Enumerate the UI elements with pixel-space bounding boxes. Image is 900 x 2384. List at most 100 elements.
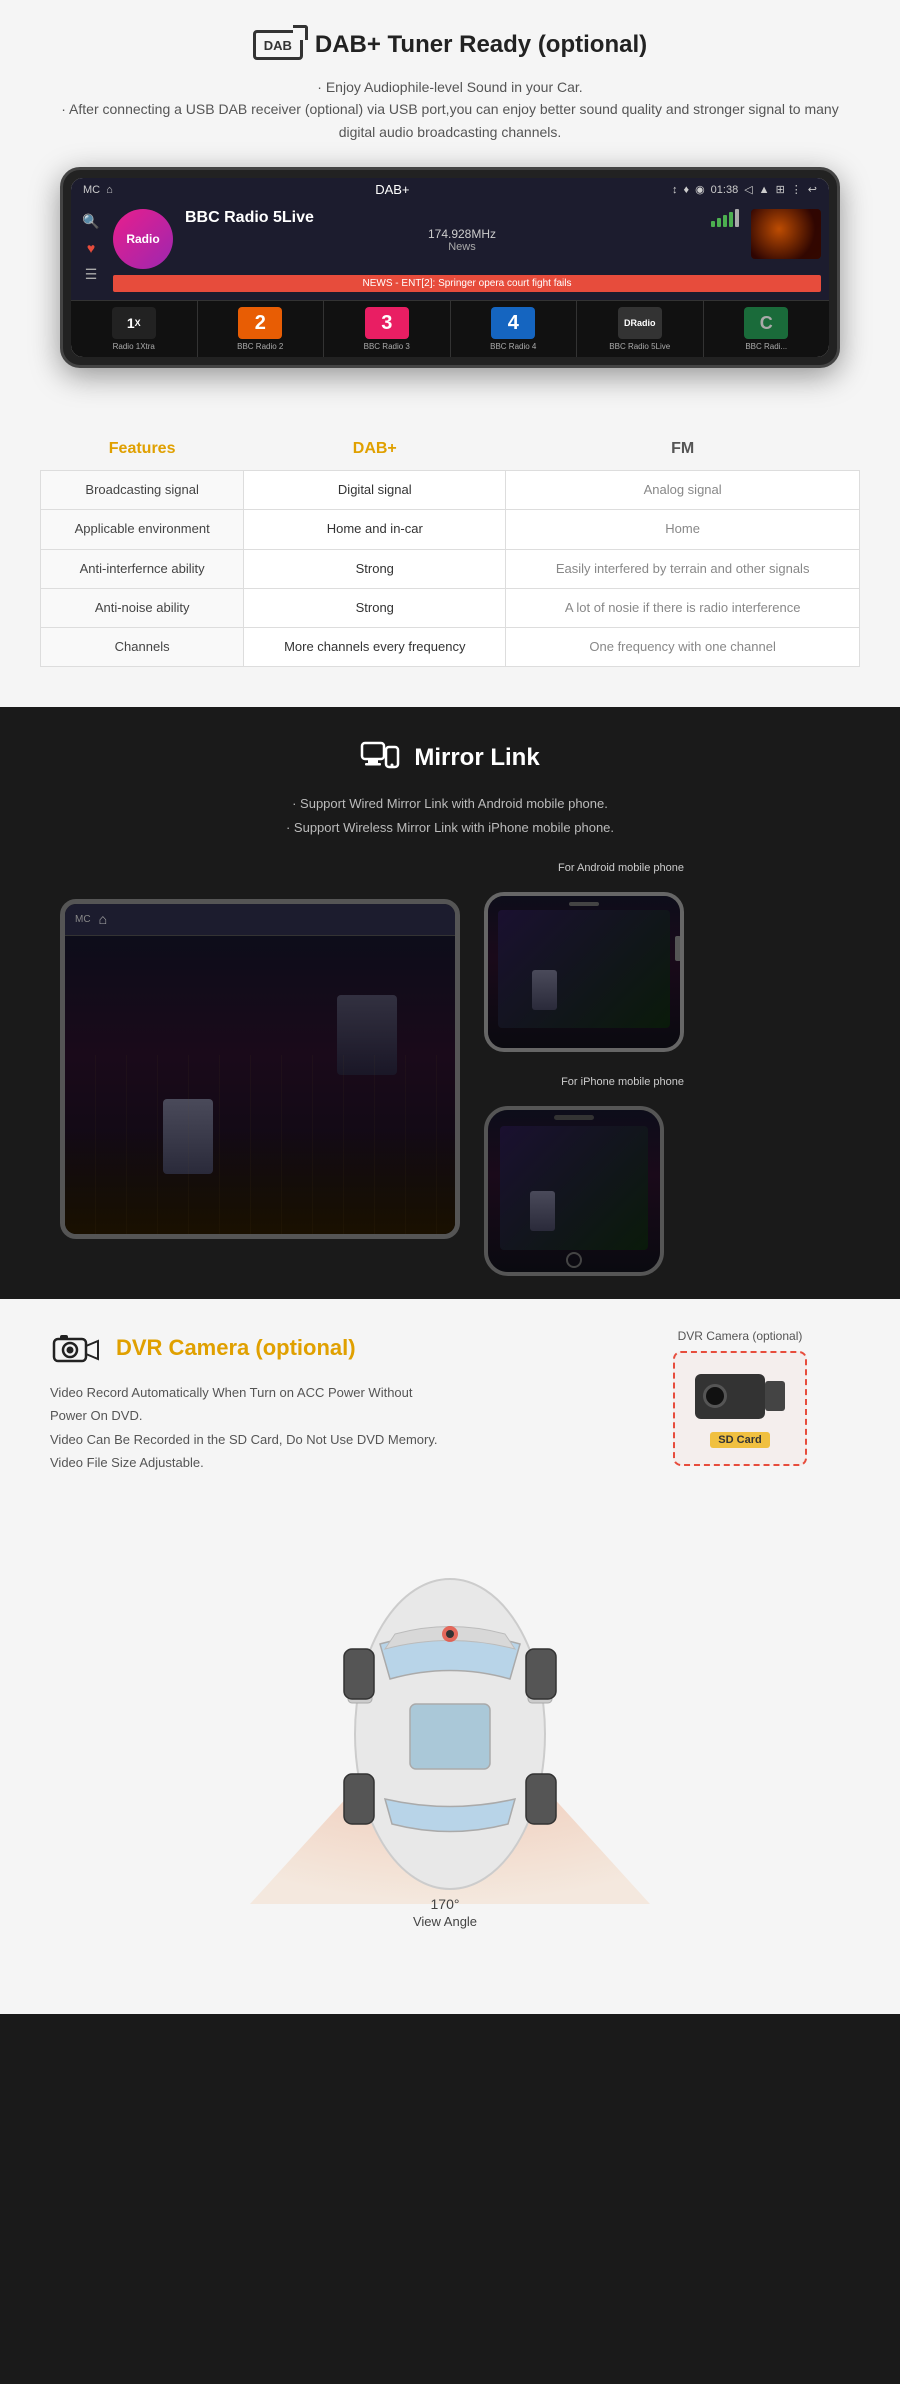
features-table: Features DAB+ FM Broadcasting signal Dig… (40, 428, 860, 667)
iphone-label: For iPhone mobile phone (484, 1076, 684, 1088)
col-header-fm: FM (506, 428, 860, 471)
dvr-title-row: DVR Camera (optional) (50, 1329, 450, 1367)
car-headunit-mockup: MC ⌂ (60, 899, 460, 1239)
signal-bar-3 (723, 215, 727, 227)
signal-bar-4 (729, 212, 733, 227)
mirror-title: Mirror Link (414, 744, 539, 772)
signal-bar-5 (735, 209, 739, 227)
fm-cell: One frequency with one channel (506, 627, 860, 666)
station-thumbnail (751, 209, 821, 259)
volume-icon: ◁ (744, 183, 752, 196)
location-icon: ◉ (695, 183, 705, 196)
statusbar-left: MC ⌂ (83, 184, 113, 196)
feature-cell: Anti-noise ability (41, 588, 244, 627)
dab-cell: Home and in-car (244, 510, 506, 549)
channel-4[interactable]: 4 BBC Radio 4 (451, 301, 578, 357)
camera-lens (703, 1384, 727, 1408)
eject-icon: ▲ (759, 184, 770, 196)
dab-cell: Strong (244, 588, 506, 627)
mirror-devices-area: MC ⌂ For Android mobile phone (60, 859, 840, 1279)
features-section: Features DAB+ FM Broadcasting signal Dig… (0, 408, 900, 707)
signal-bars (711, 209, 739, 227)
station-name: BBC Radio 5Live (185, 209, 314, 227)
sd-card-label: SD Card (710, 1432, 769, 1448)
radio-details: BBC Radio 5Live 174.928MHz N (185, 209, 739, 253)
mirror-description: · Support Wired Mirror Link with Android… (60, 792, 840, 839)
dab-cell: Digital signal (244, 471, 506, 510)
signal-bar-2 (717, 218, 721, 227)
station-genre: News (185, 241, 739, 253)
screen-statusbar: MC ⌂ DAB+ ↕ ♦ ◉ 01:38 ◁ ▲ ⊞ ⋮ ↩ (71, 178, 829, 201)
station-freq: 174.928MHz (185, 227, 739, 241)
car-topdown-svg: 170° View Angle (100, 1504, 800, 1964)
device-screen: MC ⌂ DAB+ ↕ ♦ ◉ 01:38 ◁ ▲ ⊞ ⋮ ↩ (71, 178, 829, 357)
statusbar-time: 01:38 (711, 184, 739, 196)
menu-icon: ⋮ (791, 183, 802, 196)
screen-sidebar: 🔍 ♥ ☰ (79, 209, 103, 292)
channel-2[interactable]: 2 BBC Radio 2 (198, 301, 325, 357)
col-header-features: Features (41, 428, 244, 471)
statusbar-right: ↕ ♦ ◉ 01:38 ◁ ▲ ⊞ ⋮ ↩ (672, 183, 817, 196)
channel-1[interactable]: 1X Radio 1Xtra (71, 301, 198, 357)
dab-cell: More channels every frequency (244, 627, 506, 666)
fm-cell: Home (506, 510, 860, 549)
table-row: Broadcasting signal Digital signal Analo… (41, 471, 860, 510)
list-icon[interactable]: ☰ (85, 266, 98, 283)
headunit-mc: MC (75, 914, 91, 925)
fm-cell: Easily interfered by terrain and other s… (506, 549, 860, 588)
dvr-camera-label: DVR Camera (optional) (630, 1329, 850, 1343)
iphone-mockup (484, 1106, 664, 1276)
mirror-section: Mirror Link · Support Wired Mirror Link … (0, 707, 900, 1299)
svg-text:170°: 170° (431, 1896, 460, 1912)
mirror-link-icon (360, 737, 400, 778)
fm-cell: Analog signal (506, 471, 860, 510)
android-label: For Android mobile phone (484, 862, 684, 874)
news-ticker: NEWS - ENT[2]: Springer opera court figh… (113, 275, 821, 292)
radio-logo: Radio (113, 209, 173, 269)
mc-label: MC (83, 184, 100, 196)
usb2-icon: ♦ (683, 184, 689, 196)
android-phone-mockup (484, 892, 684, 1052)
dvr-title: DVR Camera (optional) (116, 1335, 356, 1361)
dvr-section: DVR Camera (optional) Video Record Autom… (0, 1299, 900, 2015)
statusbar-center-text: DAB+ (375, 182, 409, 197)
signal-bar-1 (711, 221, 715, 227)
dab-title-row: DAB DAB+ Tuner Ready (optional) (60, 30, 840, 60)
table-row: Anti-interfernce ability Strong Easily i… (41, 549, 860, 588)
radio-info: Radio BBC Radio 5Live (113, 209, 821, 292)
heart-icon[interactable]: ♥ (87, 240, 95, 256)
dab-icon: DAB (253, 30, 303, 60)
table-row: Anti-noise ability Strong A lot of nosie… (41, 588, 860, 627)
dab-cell: Strong (244, 549, 506, 588)
table-row: Applicable environment Home and in-car H… (41, 510, 860, 549)
channel-6[interactable]: C BBC Radi... (704, 301, 830, 357)
mirror-title-row: Mirror Link (60, 737, 840, 778)
channel-list: 1X Radio 1Xtra 2 BBC Radio 2 3 BBC Radio… (71, 300, 829, 357)
statusbar-center: DAB+ (375, 182, 409, 197)
svg-text:View Angle: View Angle (413, 1914, 477, 1929)
phone-devices: For Android mobile phone For iPhone mobi… (484, 862, 684, 1276)
feature-cell: Anti-interfernce ability (41, 549, 244, 588)
feature-cell: Applicable environment (41, 510, 244, 549)
dvr-description: Video Record Automatically When Turn on … (50, 1381, 450, 1475)
home-icon[interactable]: ⌂ (106, 184, 113, 196)
screen-content: 🔍 ♥ ☰ Radio BBC Radio 5Live (71, 201, 829, 300)
apps-icon: ⊞ (776, 183, 785, 196)
col-header-dab: DAB+ (244, 428, 506, 471)
back-icon: ↩ (808, 183, 817, 196)
search-icon[interactable]: 🔍 (82, 213, 99, 230)
feature-cell: Channels (41, 627, 244, 666)
dvr-camera-diagram: DVR Camera (optional) SD Card (630, 1329, 850, 1466)
fm-cell: A lot of nosie if there is radio interfe… (506, 588, 860, 627)
channel-5[interactable]: DRadio BBC Radio 5Live (577, 301, 704, 357)
usb-icon: ↕ (672, 184, 678, 196)
dab-subtitle: · Enjoy Audiophile-level Sound in your C… (60, 76, 840, 143)
car-topdown-view: 170° View Angle (50, 1494, 850, 1974)
headunit-home: ⌂ (99, 911, 107, 927)
channel-3[interactable]: 3 BBC Radio 3 (324, 301, 451, 357)
dvr-camera-icon (50, 1329, 102, 1367)
dab-icon-label: DAB (264, 38, 292, 53)
dab-main-title: DAB+ Tuner Ready (optional) (315, 31, 647, 59)
camera-body-wrapper (695, 1369, 785, 1424)
device-mockup: MC ⌂ DAB+ ↕ ♦ ◉ 01:38 ◁ ▲ ⊞ ⋮ ↩ (60, 167, 840, 368)
